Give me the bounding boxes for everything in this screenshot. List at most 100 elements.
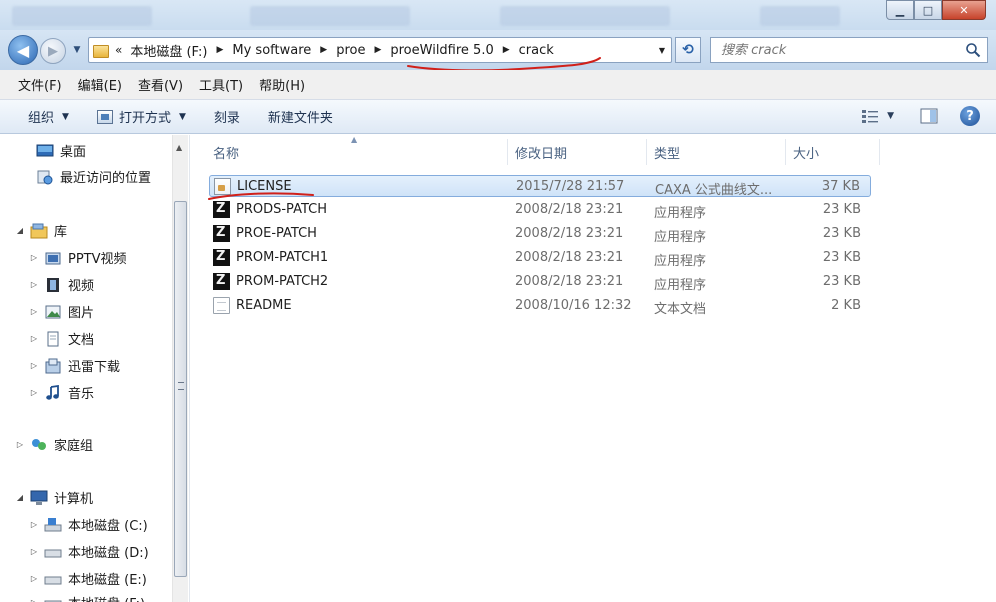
maximize-button[interactable]: □ (914, 0, 942, 20)
open-with-button[interactable]: 打开方式 ▼ (87, 103, 196, 130)
expand-arrow-icon[interactable]: ▷ (28, 520, 40, 529)
nav-item-drive-d[interactable]: ▷ 本地磁盘 (D:) (28, 542, 149, 561)
menu-tools[interactable]: 工具(T) (191, 72, 251, 97)
system-drive-icon (44, 517, 62, 531)
scroll-up-icon[interactable]: ▲ (176, 143, 182, 152)
breadcrumb-item-current[interactable]: crack (519, 43, 554, 58)
column-divider[interactable] (646, 139, 647, 165)
breadcrumb-separator-icon[interactable]: ▶ (320, 45, 327, 55)
menu-bar: 文件(F) 编辑(E) 查看(V) 工具(T) 帮助(H) (0, 70, 996, 100)
nav-item-label: 最近访问的位置 (60, 171, 152, 186)
breadcrumb-separator-icon[interactable]: ▶ (374, 45, 381, 55)
file-row[interactable]: PROE-PATCH 2008/2/18 23:21 应用程序 23 KB (209, 223, 871, 245)
column-divider[interactable] (507, 139, 508, 165)
expand-arrow-icon[interactable]: ▷ (28, 334, 40, 343)
navigation-pane: 桌面 最近访问的位置 ◢ 库 ▷ PPTV视频 ▷ 视频 ▷ 图片 ▷ 文档 ▷… (0, 135, 190, 602)
file-row[interactable]: PROM-PATCH2 2008/2/18 23:21 应用程序 23 KB (209, 271, 871, 293)
nav-item-recent-places[interactable]: 最近访问的位置 (36, 167, 151, 186)
film-icon (47, 277, 59, 292)
nav-item-homegroup[interactable]: ▷ 家庭组 (14, 435, 93, 454)
file-size: 23 KB (822, 250, 861, 265)
search-icon[interactable] (965, 42, 981, 58)
search-box[interactable] (710, 37, 988, 63)
open-with-label: 打开方式 (118, 111, 171, 126)
nav-item-pptv-video[interactable]: ▷ PPTV视频 (28, 248, 127, 267)
expand-arrow-icon[interactable]: ▷ (28, 598, 40, 602)
application-icon (213, 273, 230, 290)
change-view-icon[interactable] (861, 108, 879, 124)
breadcrumb-item[interactable]: 本地磁盘 (F:) (130, 41, 207, 60)
column-divider[interactable] (785, 139, 786, 165)
column-header-type[interactable]: 类型 (654, 143, 680, 162)
view-options-chevron-icon[interactable]: ▼ (887, 111, 894, 121)
breadcrumb-overflow[interactable]: « (115, 43, 122, 57)
background-window-tab (500, 6, 670, 26)
organize-label: 组织 (28, 111, 55, 126)
chevron-down-icon: ▼ (178, 111, 186, 122)
recent-locations-button[interactable]: ▼ (70, 44, 84, 56)
expand-arrow-icon[interactable]: ▷ (14, 440, 26, 449)
window-title-bar: ▁ □ ✕ (0, 0, 996, 30)
navigation-scrollbar[interactable]: ▲ (172, 135, 188, 602)
menu-file[interactable]: 文件(F) (10, 72, 70, 97)
breadcrumb-separator-icon[interactable]: ▶ (503, 45, 510, 55)
refresh-button[interactable]: ⟲ (675, 37, 701, 63)
expand-arrow-icon[interactable]: ▷ (28, 388, 40, 397)
nav-item-libraries[interactable]: ◢ 库 (14, 221, 67, 240)
nav-item-music[interactable]: ▷ 音乐 (28, 383, 94, 402)
nav-item-pictures[interactable]: ▷ 图片 (28, 302, 94, 321)
help-button[interactable]: ? (960, 106, 980, 126)
nav-item-thunder-downloads[interactable]: ▷ 迅雷下载 (28, 356, 120, 375)
column-header-date[interactable]: 修改日期 (515, 143, 567, 162)
address-bar[interactable]: « 本地磁盘 (F:) ▶ My software ▶ proe ▶ proeW… (88, 37, 672, 63)
file-row[interactable]: PRODS-PATCH 2008/2/18 23:21 应用程序 23 KB (209, 199, 871, 221)
breadcrumb-item[interactable]: proe (336, 43, 365, 58)
forward-button[interactable]: ▶ (40, 38, 66, 64)
file-row[interactable]: LICENSE 2015/7/28 21:57 CAXA 公式曲线文... 37… (209, 175, 871, 198)
preview-pane-icon[interactable] (920, 108, 938, 124)
file-row[interactable]: README 2008/10/16 12:32 文本文档 2 KB (209, 295, 871, 317)
file-row[interactable]: PROM-PATCH1 2008/2/18 23:21 应用程序 23 KB (209, 247, 871, 269)
file-size: 23 KB (822, 226, 861, 241)
menu-help[interactable]: 帮助(H) (251, 72, 313, 97)
search-input[interactable] (721, 42, 951, 58)
nav-item-drive-f[interactable]: ▷ 本地磁盘 (F:) (28, 593, 145, 602)
minimize-button[interactable]: ▁ (886, 0, 914, 20)
column-header-size[interactable]: 大小 (793, 143, 819, 162)
expand-arrow-icon[interactable]: ▷ (28, 253, 40, 262)
nav-item-drive-c[interactable]: ▷ 本地磁盘 (C:) (28, 515, 148, 534)
menu-view[interactable]: 查看(V) (130, 72, 191, 97)
column-headers: ▲ 名称 修改日期 类型 大小 (191, 135, 881, 169)
file-name: PRODS-PATCH (236, 202, 327, 217)
file-date: 2015/7/28 21:57 (516, 179, 625, 194)
expand-arrow-icon[interactable]: ▷ (28, 361, 40, 370)
column-header-name[interactable]: 名称 (213, 143, 239, 162)
recent-places-icon (37, 170, 53, 184)
nav-item-desktop[interactable]: 桌面 (36, 141, 86, 160)
expand-arrow-icon[interactable]: ▷ (28, 307, 40, 316)
new-folder-button[interactable]: 新建文件夹 (258, 103, 343, 130)
organize-button[interactable]: 组织 ▼ (18, 103, 79, 130)
nav-item-computer[interactable]: ◢ 计算机 (14, 488, 93, 507)
address-history-dropdown[interactable]: ▼ (659, 46, 665, 55)
expand-arrow-icon[interactable]: ▷ (28, 280, 40, 289)
scrollbar-thumb[interactable] (174, 201, 187, 577)
arrow-left-icon: ◀ (16, 40, 30, 60)
column-divider[interactable] (879, 139, 880, 165)
expand-arrow-icon[interactable]: ▷ (28, 547, 40, 556)
breadcrumb-separator-icon[interactable]: ▶ (216, 45, 223, 55)
nav-item-videos[interactable]: ▷ 视频 (28, 275, 94, 294)
close-button[interactable]: ✕ (942, 0, 986, 20)
expand-arrow-icon[interactable]: ▷ (28, 574, 40, 583)
breadcrumb-item[interactable]: My software (232, 43, 311, 58)
breadcrumb-item[interactable]: proeWildfire 5.0 (390, 43, 493, 58)
hard-drive-icon (44, 549, 62, 557)
menu-edit[interactable]: 编辑(E) (70, 72, 130, 97)
burn-button[interactable]: 刻录 (204, 103, 250, 130)
back-button[interactable]: ◀ (8, 35, 38, 65)
nav-item-documents[interactable]: ▷ 文档 (28, 329, 94, 348)
nav-item-label: 本地磁盘 (C:) (68, 519, 148, 534)
collapse-arrow-icon[interactable]: ◢ (14, 226, 26, 235)
collapse-arrow-icon[interactable]: ◢ (14, 493, 26, 502)
nav-item-drive-e[interactable]: ▷ 本地磁盘 (E:) (28, 569, 147, 588)
